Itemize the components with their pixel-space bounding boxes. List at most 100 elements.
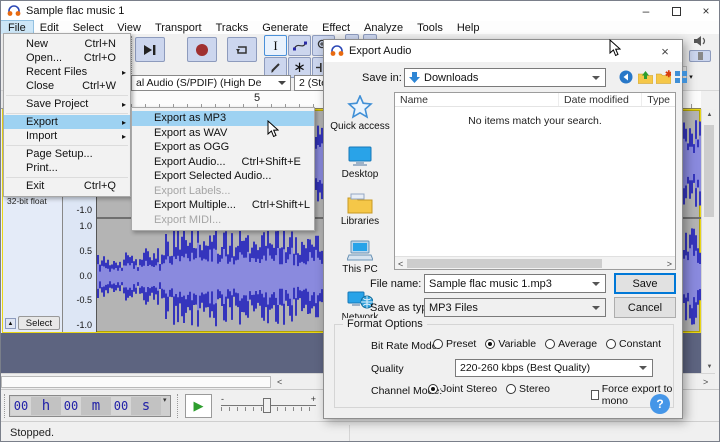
loop-button[interactable] <box>227 37 257 62</box>
file-menu-item[interactable]: Open... Ctrl+O ▸ <box>4 51 130 65</box>
bit-rate-radio-option[interactable]: Average <box>545 338 597 350</box>
export-menu-item[interactable]: Export as MP3 <box>132 111 314 126</box>
file-menu-item[interactable]: Page Setup... ▸ <box>4 147 130 161</box>
envelope-icon <box>293 40 307 52</box>
maximize-button[interactable] <box>661 1 691 21</box>
record-icon <box>196 44 208 56</box>
playback-device-select[interactable]: al Audio (S/PDIF) (High De <box>131 75 291 91</box>
vertical-scrollbar-thumb[interactable] <box>704 125 714 217</box>
bit-rate-radio-option[interactable]: Preset <box>433 338 476 350</box>
menubar-item[interactable]: Generate <box>255 21 315 34</box>
sidebar-item-libraries[interactable]: Libraries <box>341 193 379 227</box>
bit-rate-radio-option[interactable]: Variable <box>485 338 536 350</box>
this-pc-icon <box>347 240 373 262</box>
file-list[interactable]: Name Date modified Type No items match y… <box>394 92 676 270</box>
sidebar-item-quick-access[interactable]: Quick access <box>330 95 389 132</box>
sidebar-item-this-pc[interactable]: This PC <box>342 240 378 275</box>
export-menu-item[interactable]: Export Audio... Ctrl+Shift+E <box>132 155 314 170</box>
sidebar-item-desktop[interactable]: Desktop <box>342 145 379 180</box>
menu-item-label: Export Audio... <box>154 156 226 168</box>
file-menu-item[interactable]: Save Project ▸ <box>4 97 130 111</box>
export-menu-item[interactable]: Export Multiple... Ctrl+Shift+L <box>132 198 314 213</box>
time-display[interactable]: 00h00m00s <box>9 395 171 417</box>
radio-label: Variable <box>498 338 536 350</box>
column-header-date-modified[interactable]: Date modified <box>559 93 642 106</box>
menubar-item[interactable]: Effect <box>315 21 357 34</box>
scroll-up-icon[interactable]: ▲ <box>702 112 717 118</box>
toolbar-grip[interactable] <box>4 394 7 418</box>
quality-select[interactable]: 220-260 kbps (Best Quality) <box>455 359 653 377</box>
export-menu-item[interactable]: Export as WAV <box>132 126 314 141</box>
bit-rate-mode-label: Bit Rate Mode: <box>371 340 440 352</box>
title-bar: Sample flac music 1 – × <box>1 1 720 21</box>
column-header-type[interactable]: Type <box>642 93 675 106</box>
radio-icon <box>606 339 616 349</box>
format-options-title: Format Options <box>343 318 427 330</box>
toolbar-grip[interactable] <box>177 394 180 418</box>
export-menu-item[interactable]: Export MIDI... <box>132 213 314 228</box>
menu-item-label: Close <box>26 80 54 92</box>
menubar-item[interactable]: Help <box>450 21 487 34</box>
up-one-level-button[interactable] <box>637 68 653 86</box>
export-menu-item[interactable]: Export Selected Audio... <box>132 169 314 184</box>
channel-mode-radio-option[interactable]: Joint Stereo <box>428 383 497 395</box>
play-at-speed-button[interactable]: ▶ <box>185 394 212 418</box>
file-name-input[interactable]: Sample flac music 1.mp3 <box>424 274 606 293</box>
toolbar-grip[interactable] <box>131 36 134 76</box>
vertical-scrollbar[interactable]: ▲ ▼ <box>701 109 716 373</box>
slider-knob-icon <box>698 52 703 60</box>
file-list-hscrollbar[interactable]: < > <box>395 256 675 269</box>
save-in-select[interactable]: Downloads <box>404 68 606 87</box>
menubar-item[interactable]: Tracks <box>209 21 256 34</box>
go-to-last-folder-button[interactable] <box>618 68 634 86</box>
file-menu-item[interactable]: Recent Files ▸ <box>4 65 130 79</box>
envelope-tool-button[interactable] <box>288 35 311 56</box>
export-menu-item[interactable]: Export Labels... <box>132 184 314 199</box>
dialog-close-button[interactable]: × <box>652 42 678 60</box>
save-in-value: Downloads <box>424 72 478 84</box>
save-button[interactable]: Save <box>614 273 676 294</box>
file-menu-item[interactable]: Print... ▸ <box>4 161 130 175</box>
playback-speed-slider[interactable]: - + <box>221 396 316 416</box>
speaker-icon[interactable] <box>693 35 709 47</box>
menubar-item[interactable]: Analyze <box>357 21 410 34</box>
menu-item-shortcut: Ctrl+N <box>69 38 116 50</box>
scroll-right-icon[interactable]: > <box>667 259 672 269</box>
minimize-button[interactable]: – <box>631 1 661 21</box>
save-as-type-select[interactable]: MP3 Files <box>424 298 606 317</box>
bit-rate-radio-option[interactable]: Constant <box>606 338 661 350</box>
new-folder-button[interactable]: ✱ <box>655 68 671 86</box>
volume-slider[interactable] <box>689 50 711 62</box>
scroll-down-icon[interactable]: ▼ <box>702 364 717 370</box>
scroll-right-icon[interactable]: > <box>703 377 708 387</box>
file-menu-item[interactable]: New Ctrl+N ▸ <box>4 37 130 51</box>
radio-icon <box>485 339 495 349</box>
menubar-item[interactable]: Transport <box>148 21 209 34</box>
file-menu-item[interactable]: Export ▸ <box>4 115 130 129</box>
file-menu-item[interactable]: Close Ctrl+W ▸ <box>4 79 130 93</box>
file-menu-item[interactable]: Import ▸ <box>4 129 130 143</box>
scroll-left-icon[interactable]: < <box>277 377 282 387</box>
cancel-button[interactable]: Cancel <box>614 297 676 318</box>
file-menu: New Ctrl+N ▸ Open... Ctrl+O ▸ Recent Fil… <box>3 33 131 197</box>
record-button[interactable] <box>187 37 217 62</box>
horizontal-scrollbar-thumb[interactable] <box>1 376 271 388</box>
file-list-hscrollbar-thumb[interactable] <box>407 259 602 268</box>
channel-mode-radio-option[interactable]: Stereo <box>506 383 550 395</box>
scroll-left-icon[interactable]: < <box>398 259 403 269</box>
track-select-button[interactable]: Select <box>18 316 60 330</box>
menubar-item[interactable]: Tools <box>410 21 450 34</box>
track-collapse-button[interactable]: ▲ <box>5 318 16 329</box>
selection-tool-button[interactable]: I <box>264 35 287 56</box>
radio-icon <box>433 339 443 349</box>
column-header-name[interactable]: Name <box>395 93 559 106</box>
menu-item-label: Export MIDI... <box>154 214 221 226</box>
menu-item-label: Save Project <box>26 98 88 110</box>
close-button[interactable]: × <box>691 1 720 21</box>
view-menu-button[interactable]: ▾ <box>673 68 695 86</box>
export-menu-item[interactable]: Export as OGG <box>132 140 314 155</box>
file-menu-item[interactable]: Exit Ctrl+Q ▸ <box>4 179 130 193</box>
help-button[interactable]: ? <box>650 394 670 414</box>
slider-thumb[interactable] <box>263 398 271 413</box>
skip-to-end-button[interactable] <box>135 37 165 62</box>
